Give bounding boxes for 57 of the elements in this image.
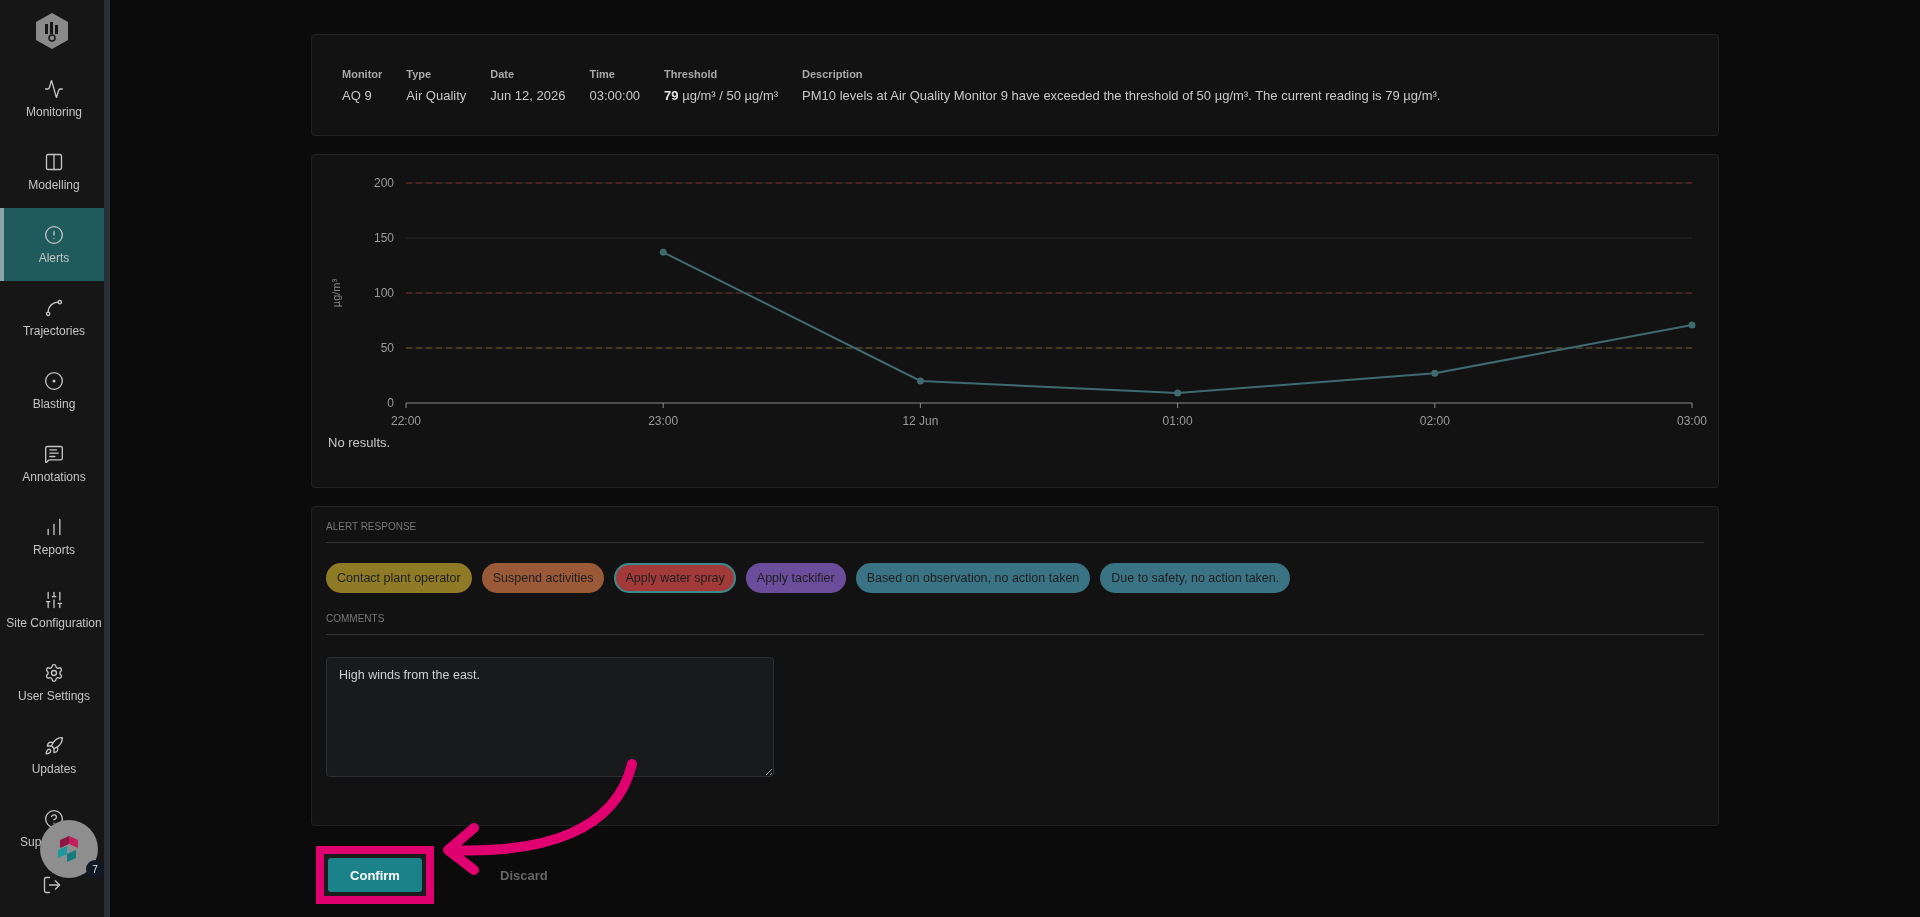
field-value: AQ 9	[342, 87, 373, 103]
field-label: Monitor	[342, 67, 383, 80]
data-point	[1688, 321, 1696, 329]
columns-icon[interactable]	[44, 151, 64, 172]
field-value: Jun 12, 2026	[490, 87, 566, 103]
data-point	[916, 377, 924, 385]
axis-label: 22:00	[391, 414, 421, 425]
data-point	[1174, 389, 1182, 397]
pulse-icon[interactable]	[44, 78, 64, 99]
field-label: Description	[802, 67, 864, 80]
field-label: Time	[589, 67, 616, 80]
nav-label[interactable]: Modelling	[28, 177, 80, 192]
axis-label: 02:00	[1419, 414, 1450, 425]
axis-label: 23:00	[648, 414, 679, 425]
axis-label: 0	[387, 396, 394, 410]
sliders-icon[interactable]	[44, 589, 64, 610]
settings-icon[interactable]	[44, 662, 64, 683]
field-value: 03:00:00	[589, 87, 641, 103]
curve-icon[interactable]	[44, 297, 64, 318]
nav-label[interactable]: Reports	[33, 542, 75, 557]
field-label: Threshold	[664, 67, 719, 80]
section-title: ALERT RESPONSE	[326, 521, 417, 532]
rocket-icon[interactable]	[44, 735, 64, 756]
field-value: 79 µg/m³ / 50 µg/m³	[664, 87, 779, 103]
logo-icon[interactable]	[35, 12, 69, 50]
empty-message: No results.	[328, 435, 392, 450]
nav-label[interactable]: Site Configuration	[6, 615, 102, 630]
axis-title: µg/m³	[330, 278, 342, 308]
nav-label[interactable]: Sup	[4, 834, 42, 849]
target-icon[interactable]	[44, 370, 64, 391]
axis-label: 150	[373, 231, 394, 245]
axis-label: 50	[380, 341, 394, 355]
section-title: COMMENTS	[326, 613, 385, 624]
axis-label: 200	[373, 176, 394, 190]
field-value: Air Quality	[406, 87, 467, 103]
logout-icon[interactable]	[42, 875, 62, 895]
axis-label: 03:00	[1677, 414, 1707, 425]
message-icon[interactable]	[44, 443, 64, 464]
nav-label[interactable]: User Settings	[18, 688, 90, 703]
comment-field[interactable]: High winds from the east.	[326, 657, 774, 777]
action-chip[interactable]: Contact plant operator	[326, 563, 472, 593]
field-label: Type	[406, 67, 433, 80]
data-point	[659, 248, 667, 256]
alert-icon[interactable]	[44, 224, 64, 245]
confirm-button[interactable]: Confirm	[328, 858, 422, 892]
nav-label[interactable]: Monitoring	[26, 104, 82, 119]
nav-label[interactable]: Updates	[31, 761, 77, 776]
axis-label: 12 Jun	[902, 414, 939, 425]
nav-label[interactable]: Alerts	[38, 250, 70, 265]
axis-label: 01:00	[1162, 414, 1193, 425]
axis-label: 100	[373, 286, 394, 300]
nav-label[interactable]: Blasting	[32, 396, 76, 411]
nav-label[interactable]: Trajectories	[22, 323, 86, 338]
field-value: PM10 levels at Air Quality Monitor 9 have exceeded the threshold of 50 µg/m³. The current reading is 79 µg/m³.	[802, 87, 1441, 103]
data-point	[1431, 369, 1439, 377]
nav-label[interactable]: Annotations	[22, 469, 86, 484]
field-label: Date	[490, 67, 516, 80]
